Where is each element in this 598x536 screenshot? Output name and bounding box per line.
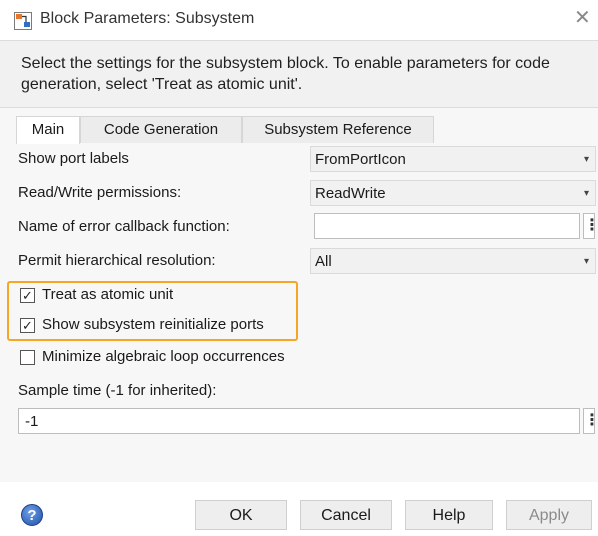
tab-code-generation[interactable]: Code Generation <box>80 116 242 143</box>
reinit-ports-label: Show subsystem reinitialize ports <box>42 316 264 333</box>
error-callback-input[interactable] <box>314 213 580 239</box>
chevron-down-icon: ▾ <box>583 188 589 199</box>
tab-subsystem-reference[interactable]: Subsystem Reference <box>242 116 434 143</box>
chevron-down-icon: ▾ <box>583 256 589 267</box>
show-port-labels-dropdown[interactable]: FromPortIcon ▾ <box>310 146 596 172</box>
rw-permissions-value: ReadWrite <box>315 185 386 202</box>
chevron-down-icon: ▾ <box>583 154 589 165</box>
treat-atomic-checkbox[interactable]: ✓ <box>20 288 35 303</box>
error-callback-label: Name of error callback function: <box>18 218 230 235</box>
minimize-loop-label: Minimize algebraic loop occurrences <box>42 348 285 365</box>
ok-button[interactable]: OK <box>195 500 287 530</box>
help-icon[interactable]: ? <box>21 504 43 526</box>
treat-atomic-label: Treat as atomic unit <box>42 286 174 303</box>
show-port-labels-value: FromPortIcon <box>315 151 406 168</box>
more-options-icon[interactable]: ⋮ <box>583 408 598 434</box>
hier-resolution-dropdown[interactable]: All ▾ <box>310 248 596 274</box>
tab-bar: Main Code Generation Subsystem Reference <box>0 116 598 144</box>
sample-time-label: Sample time (-1 for inherited): <box>18 382 217 399</box>
help-button[interactable]: Help <box>405 500 493 530</box>
hier-resolution-label: Permit hierarchical resolution: <box>18 252 216 269</box>
apply-button[interactable]: Apply <box>506 500 592 530</box>
minimize-loop-checkbox[interactable] <box>20 350 35 365</box>
more-options-icon[interactable]: ⋮ <box>583 213 598 239</box>
close-icon[interactable]: ✕ <box>574 8 591 28</box>
tab-main[interactable]: Main <box>16 116 80 144</box>
cancel-button[interactable]: Cancel <box>300 500 392 530</box>
rw-permissions-label: Read/Write permissions: <box>18 184 182 201</box>
sample-time-input[interactable]: -1 <box>18 408 580 434</box>
reinit-ports-checkbox[interactable]: ✓ <box>20 318 35 333</box>
hier-resolution-value: All <box>315 253 332 270</box>
description-text: Select the settings for the subsystem bl… <box>21 55 550 93</box>
show-port-labels-label: Show port labels <box>18 150 129 167</box>
simulink-block-icon <box>14 12 32 30</box>
window-title: Block Parameters: Subsystem <box>40 10 255 27</box>
rw-permissions-dropdown[interactable]: ReadWrite ▾ <box>310 180 596 206</box>
